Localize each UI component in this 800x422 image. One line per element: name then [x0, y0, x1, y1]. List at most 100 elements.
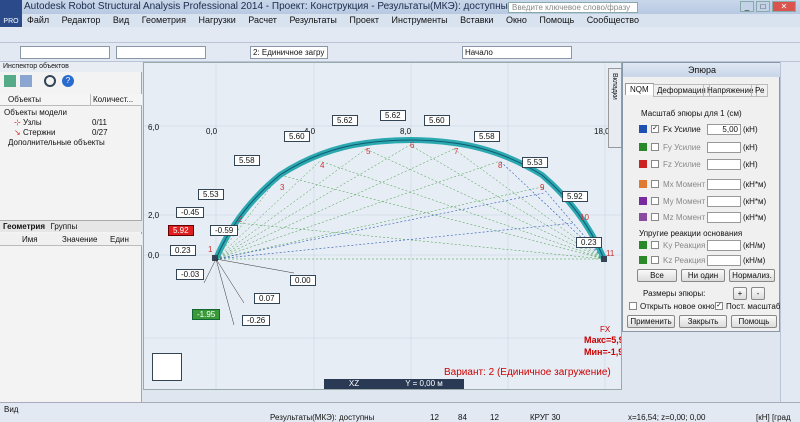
mx-value-input[interactable]	[707, 179, 741, 190]
open-new-checkbox[interactable]	[629, 302, 637, 310]
ky-checkbox[interactable]	[651, 241, 659, 249]
value-label: 5.62	[380, 110, 406, 121]
menu-view[interactable]: Вид	[108, 14, 134, 27]
maximize-button[interactable]: □	[756, 1, 770, 12]
value-label: -0.59	[210, 225, 239, 236]
close-button[interactable]: ✕	[772, 1, 796, 12]
all-button[interactable]: Все	[637, 269, 677, 282]
menu-geometry[interactable]: Геометрия	[137, 14, 191, 27]
tab-reactions[interactable]: Ре	[751, 84, 769, 97]
my-label: My Момент	[663, 197, 706, 206]
mx-label: Mx Момент	[663, 180, 706, 189]
elastic-label: Упругие реакции основания	[639, 229, 743, 238]
filter-icon[interactable]	[4, 75, 16, 87]
value-label: 0.23	[170, 245, 196, 256]
menu-edit[interactable]: Редактор	[57, 14, 106, 27]
fy-checkbox[interactable]	[651, 143, 659, 151]
max-readout: Макс=5,92	[584, 335, 621, 345]
col-objects[interactable]: Объекты	[0, 94, 90, 106]
minimize-button[interactable]: _	[740, 1, 754, 12]
load-case-combo[interactable]: 2: Единичное загру	[250, 46, 328, 59]
plus-button[interactable]: +	[733, 287, 747, 300]
menu-project[interactable]: Проект	[344, 14, 384, 27]
my-checkbox[interactable]	[651, 197, 659, 205]
selection-combo[interactable]	[20, 46, 110, 59]
menu-results[interactable]: Результаты	[284, 14, 341, 27]
help-icon[interactable]: ?	[62, 75, 74, 87]
kz-value-input[interactable]	[707, 255, 741, 266]
minus-button[interactable]: -	[751, 287, 765, 300]
apply-button[interactable]: Применить	[627, 315, 675, 328]
menu-help[interactable]: Помощь	[534, 14, 579, 27]
tabs-vertical[interactable]: Вкладки	[608, 68, 622, 148]
col-count[interactable]: Количест...	[90, 94, 142, 106]
view-icon[interactable]	[20, 75, 32, 87]
const-scale-checkbox[interactable]: ✓	[715, 302, 723, 310]
search-icon[interactable]	[44, 75, 56, 87]
close-dialog-button[interactable]: Закрыть	[679, 315, 727, 328]
fx-readout: FX	[600, 325, 611, 334]
tab-stress[interactable]: Напряжение	[703, 84, 758, 97]
title-bar: Autodesk Robot Structural Analysis Profe…	[0, 0, 800, 14]
search-input[interactable]: Введите ключевое слово/фразу	[508, 2, 638, 13]
mz-value-input[interactable]	[707, 212, 741, 223]
fx-value-input[interactable]: 5,00	[707, 124, 741, 135]
mx-checkbox[interactable]	[651, 180, 659, 188]
layout-combo[interactable]: Начало	[462, 46, 572, 59]
tab-groups[interactable]: Группы	[51, 222, 78, 231]
x-tick-top-4: 8,0	[400, 127, 412, 136]
vertical-tab-label: Вкладки	[611, 73, 618, 100]
view-canvas[interactable]: 0,0 4,0 8,0 18,0 6,0 2,0 0,0 5.60 5.62 5…	[143, 62, 622, 390]
node-number: 6	[410, 141, 415, 150]
node-number: 11	[606, 249, 615, 258]
normalize-button[interactable]: Нормализ.	[729, 269, 775, 282]
menu-tools[interactable]: Инструменты	[387, 14, 453, 27]
value-label: 5.53	[198, 189, 224, 200]
view-indicator[interactable]: XZ	[324, 379, 384, 389]
node-number: 9	[540, 183, 545, 192]
mz-color-swatch	[639, 213, 647, 221]
menu-community[interactable]: Сообщество	[582, 14, 644, 27]
kz-checkbox[interactable]	[651, 256, 659, 264]
tab-nqm[interactable]: NQM	[625, 83, 654, 95]
fy-value-input[interactable]	[707, 142, 741, 153]
bars-combo[interactable]	[116, 46, 206, 59]
ky-value-input[interactable]	[707, 240, 741, 251]
fx-checkbox[interactable]: ✓	[651, 125, 659, 133]
help-button[interactable]: Помощь	[731, 315, 777, 328]
menu-loads[interactable]: Нагрузки	[193, 14, 240, 27]
ky-color-swatch	[639, 241, 647, 249]
fz-checkbox[interactable]	[651, 160, 659, 168]
max-value-label: 5.92	[168, 225, 194, 236]
tab-geometry[interactable]: Геометрия	[3, 222, 45, 231]
tree-nodes-label: Узлы	[22, 118, 42, 127]
menu-window[interactable]: Окно	[501, 14, 532, 27]
fx-label: Fx Усилие	[663, 125, 701, 134]
my-value-input[interactable]	[707, 196, 741, 207]
tree-bars[interactable]: ↘ Стержни	[14, 128, 55, 138]
menu-insert[interactable]: Вставки	[455, 14, 498, 27]
tree-root[interactable]: Объекты модели	[4, 108, 67, 118]
value-label: 5.60	[424, 115, 450, 126]
tree-nodes[interactable]: ⊹ Узлы	[14, 118, 42, 128]
menu-file[interactable]: Файл	[22, 14, 54, 27]
mz-checkbox[interactable]	[651, 213, 659, 221]
node-number: 5	[366, 147, 371, 156]
mz-unit: (кН*м)	[743, 213, 767, 222]
window-title: Autodesk Robot Structural Analysis Profe…	[24, 1, 508, 12]
value-label: 0.00	[290, 275, 316, 286]
app-logo: PRO	[0, 0, 22, 28]
fy-label: Fy Усилие	[663, 143, 701, 152]
prop-name-header: Имя	[22, 235, 38, 244]
none-button[interactable]: Ни один	[681, 269, 725, 282]
right-toolbar	[780, 62, 800, 402]
tab-deformation[interactable]: Деформация	[653, 84, 710, 97]
tree-extra[interactable]: Дополнительные объекты	[8, 138, 105, 148]
ky-unit: (кН/м)	[743, 241, 766, 250]
scale-label: Масштаб эпюры для 1 (см)	[641, 109, 742, 118]
value-label: 5.58	[234, 155, 260, 166]
status-bar: Вид Результаты(МКЭ): доступны 12 84 12 К…	[0, 402, 800, 422]
menu-analysis[interactable]: Расчет	[243, 14, 282, 27]
sizes-label: Размеры эпюры:	[643, 289, 706, 298]
fz-value-input[interactable]	[707, 159, 741, 170]
